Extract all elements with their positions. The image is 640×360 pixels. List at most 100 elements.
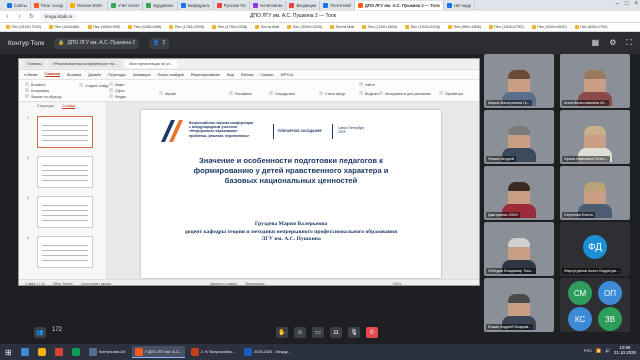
ribbon-icon[interactable] — [109, 88, 113, 92]
ribbon-label[interactable]: Шрифт — [165, 92, 176, 96]
ribbon-label[interactable]: Найти — [365, 83, 375, 87]
ribbon-icon[interactable] — [379, 91, 383, 95]
ribbon-icon[interactable] — [159, 91, 163, 95]
taskbar-item[interactable] — [52, 346, 66, 358]
participant-tile[interactable]: ФД Фархутдинов Асхат Бедретди... — [560, 222, 630, 276]
ribbon-icon[interactable] — [359, 82, 363, 86]
bookmark-item[interactable]: Пес (1750×2338) — [212, 25, 247, 29]
screen-share-button[interactable]: ▭ — [312, 327, 324, 338]
ppt-menu-item[interactable]: Переходы — [108, 73, 126, 77]
browser-tab[interactable]: Входящие — [286, 1, 321, 10]
bookmark-item[interactable]: Пес (4244486) — [48, 25, 80, 29]
participant-tile[interactable]: Анна Вячеславовна Ит... — [560, 54, 630, 108]
language-indicator[interactable]: РУС — [584, 348, 592, 353]
forward-icon[interactable]: › — [16, 14, 23, 20]
browser-tab[interactable]: Толк: съезд — [31, 1, 67, 10]
microphone-button[interactable]: 🎙 — [348, 327, 360, 338]
taskbar-item[interactable] — [69, 346, 83, 358]
ppt-menu-item[interactable]: WPS AI — [280, 73, 293, 77]
maximize-icon[interactable]: □ — [625, 1, 629, 7]
ribbon-icon[interactable] — [439, 91, 443, 95]
slide-thumbnail[interactable] — [37, 196, 93, 228]
panel-tab[interactable]: Слайды — [62, 104, 76, 109]
participants-button[interactable]: 👥 — [34, 327, 46, 338]
ribbon-label[interactable]: Сброс — [115, 89, 125, 93]
ppt-menu-item[interactable]: Главная — [44, 72, 60, 77]
participant-tile[interactable]: Фомин Андрей — [484, 110, 554, 164]
browser-tab[interactable]: Нет кадр — [444, 1, 476, 10]
participant-tile[interactable]: СМ ОП КС ЗВ — [560, 278, 630, 332]
ribbon-label[interactable]: Инструменты для рисования — [385, 92, 430, 96]
url-field[interactable]: lengu.ktalk.ru — [40, 12, 78, 21]
ribbon-label[interactable]: Макет — [115, 83, 125, 87]
bookmark-item[interactable]: Пес (3024×4032) — [531, 25, 567, 29]
slide-thumbnail[interactable] — [37, 116, 93, 148]
ribbon-icon[interactable] — [319, 91, 323, 95]
bookmark-item[interactable]: Пес (3100×7016) — [6, 25, 41, 29]
settings-icon[interactable]: ⚙ — [609, 38, 616, 48]
ppt-menu-item[interactable]: Сервис — [260, 73, 273, 77]
start-button[interactable]: ⊞ — [2, 346, 15, 358]
browser-tab[interactable]: Русское По — [214, 1, 250, 10]
ppt-doc-tab[interactable]: Главная — [23, 60, 46, 68]
room-pill[interactable]: 🔒 ДПО ЛГУ им. А.С. Пушкина 2 — [54, 37, 140, 49]
participant-tile[interactable]: Мария Валерьевна Гр... — [484, 54, 554, 108]
bookmark-item[interactable]: Почта Mail — [330, 25, 354, 29]
browser-tab[interactable]: Бурдоковс — [143, 1, 178, 10]
ppt-menu-item[interactable]: ≡ Меню — [24, 73, 38, 77]
slide-thumbnail[interactable] — [37, 156, 93, 188]
taskbar-item[interactable]: 2. IV Всероссийск... — [188, 346, 238, 358]
ppt-menu-item[interactable]: Анимация — [133, 73, 151, 77]
taskbar-item[interactable]: 2025-2026 - Между... — [241, 346, 293, 358]
ribbon-icon[interactable] — [359, 91, 363, 95]
ribbon-label[interactable]: Параметры — [445, 92, 463, 96]
ribbon-label[interactable]: Рисование — [235, 92, 252, 96]
reaction-button[interactable]: ☺ — [294, 327, 306, 338]
ppt-menu-item[interactable]: Дизайн — [88, 73, 101, 77]
status-item[interactable]: 100% — [393, 282, 402, 286]
bookmark-item[interactable]: Пес (1515×2205) — [405, 25, 440, 29]
ribbon-label[interactable]: Формат по образцу — [31, 95, 61, 99]
participant-tile[interactable]: Сергеева Елена — [560, 166, 630, 220]
ribbon-label[interactable]: Стили фигур — [325, 92, 345, 96]
browser-tab[interactable]: Сайты — [4, 1, 31, 10]
bookmark-item[interactable]: Почта Mail — [255, 25, 279, 29]
participant-tile[interactable]: Лебедев Владимир Теко... — [484, 222, 554, 276]
clock[interactable]: 10:59 21.10.2025 — [614, 345, 636, 355]
wifi-icon[interactable]: 📶 — [596, 348, 601, 353]
bookmark-item[interactable]: Пес (890×1368) — [448, 25, 481, 29]
ribbon-icon[interactable] — [229, 91, 233, 95]
back-icon[interactable]: ‹ — [4, 14, 11, 20]
browser-tab[interactable]: Учёт оплат — [108, 1, 144, 10]
minimize-icon[interactable]: – — [616, 1, 619, 7]
volume-icon[interactable]: 🔊 — [605, 348, 610, 353]
bookmark-item[interactable]: Пес (828×1792) — [574, 25, 608, 29]
grid-view-icon[interactable]: ▦ — [592, 38, 600, 48]
browser-tab[interactable]: Антиплагиа — [250, 1, 287, 10]
ppt-menu-item[interactable]: Работа — [241, 73, 254, 77]
participant-tile[interactable]: Дмитриева ОЮО — [484, 166, 554, 220]
panel-tab[interactable]: Структура — [37, 104, 54, 108]
bookmark-item[interactable]: Пес (1266×898) — [128, 25, 161, 29]
taskbar-item[interactable]: Контульная-АЛ — [86, 346, 129, 358]
close-icon[interactable]: × — [634, 1, 638, 7]
leave-button[interactable]: ✆ — [366, 327, 378, 338]
taskbar-item[interactable] — [35, 346, 49, 358]
ppt-menu-item[interactable]: Вставка — [67, 73, 81, 77]
ppt-doc-tab[interactable]: «Реализованная конференция» на ... — [48, 60, 123, 68]
ribbon-icon[interactable] — [25, 94, 29, 98]
bookmark-item[interactable]: Пес (1784×1006) — [169, 25, 204, 29]
status-item[interactable]: Примечание — [245, 282, 265, 286]
status-item[interactable]: Заметки к слайду — [210, 282, 237, 286]
participant-tile[interactable]: Ирина Ивановна Гинео... — [560, 110, 630, 164]
ribbon-label[interactable]: Вставить — [31, 83, 45, 87]
browser-tab[interactable]: ДПО ЛГУ им. А.С. Пушкина 2 — Толк — [354, 1, 444, 10]
taskbar-item[interactable] — [18, 346, 32, 358]
ribbon-label[interactable]: Копировать — [31, 89, 49, 93]
fullscreen-icon[interactable]: ⛶ — [626, 38, 632, 48]
browser-tab[interactable]: Плагин 2025 - — [67, 1, 108, 10]
ppt-menu-item[interactable]: Показ слайдов — [158, 73, 184, 77]
camera-button[interactable]: ◘ — [330, 327, 342, 338]
bookmark-item[interactable]: Пес (1084×995) — [87, 25, 120, 29]
ppt-menu-item[interactable]: Вид — [227, 73, 234, 77]
